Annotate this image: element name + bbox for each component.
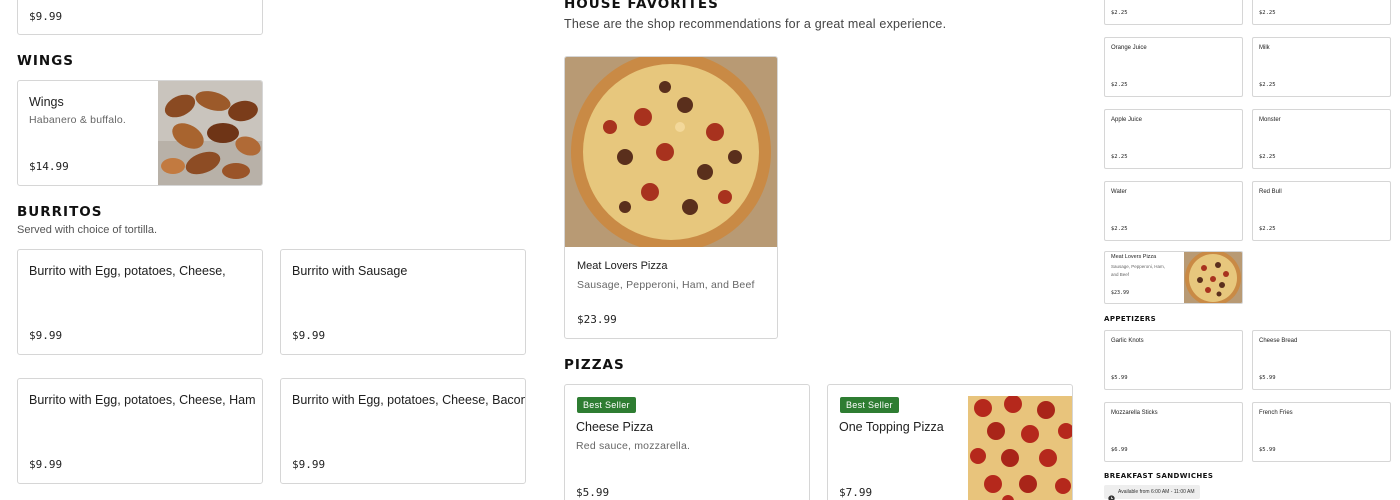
- clock-icon: [1108, 489, 1115, 500]
- menu-item-card[interactable]: $9.99: [17, 0, 263, 35]
- item-price: $23.99: [1111, 290, 1130, 296]
- drink-card[interactable]: Water $2.25: [1104, 181, 1243, 241]
- best-seller-badge: Best Seller: [577, 397, 636, 413]
- drink-card[interactable]: $2.25: [1104, 0, 1243, 25]
- item-price: $9.99: [29, 10, 63, 23]
- meat-lovers-pizza-photo: [565, 57, 777, 247]
- item-title: Garlic Knots: [1111, 338, 1144, 344]
- item-price: $2.25: [1111, 82, 1128, 88]
- section-heading-appetizers: APPETIZERS: [1104, 315, 1157, 323]
- drink-card[interactable]: Milk $2.25: [1252, 37, 1391, 97]
- drink-card[interactable]: Apple Juice $2.25: [1104, 109, 1243, 169]
- item-description: Sausage, Pepperoni, Ham, and Beef: [577, 279, 755, 291]
- item-price: $5.99: [1259, 447, 1276, 453]
- item-price: $2.25: [1259, 82, 1276, 88]
- item-title: Burrito with Egg, potatoes, Cheese, Ham: [29, 393, 256, 407]
- featured-item-card[interactable]: Meat Lovers Pizza Sausage, Pepperoni, Ha…: [564, 56, 778, 339]
- item-title: Meat Lovers Pizza: [577, 260, 668, 272]
- section-heading-pizzas: PIZZAS: [564, 357, 625, 373]
- menu-item-card[interactable]: Burrito with Egg, potatoes, Cheese, Baco…: [280, 378, 526, 484]
- item-title: One Topping Pizza: [839, 420, 944, 434]
- item-title: Orange Juice: [1111, 45, 1147, 51]
- item-title: Cheese Bread: [1259, 338, 1298, 344]
- menu-item-card[interactable]: Burrito with Sausage $9.99: [280, 249, 526, 355]
- item-price: $5.99: [576, 486, 610, 499]
- item-title: Apple Juice: [1111, 117, 1143, 123]
- drink-card[interactable]: Monster $2.25: [1252, 109, 1391, 169]
- item-title: Water: [1111, 189, 1127, 195]
- section-heading-wings: WINGS: [17, 53, 75, 69]
- item-title: Meat Lovers Pizza: [1111, 254, 1157, 260]
- wings-photo: [158, 81, 262, 185]
- item-title: Burrito with Sausage: [292, 264, 408, 278]
- appetizer-card[interactable]: Cheese Bread $5.99: [1252, 330, 1391, 390]
- item-title: Monster: [1259, 117, 1281, 123]
- meat-lovers-pizza-thumbnail: [1184, 252, 1242, 303]
- item-description: Habanero & buffalo.: [29, 114, 127, 126]
- item-title: Burrito with Egg, potatoes, Cheese,: [29, 264, 226, 278]
- appetizer-card[interactable]: Garlic Knots $5.99: [1104, 330, 1243, 390]
- item-price: $2.25: [1111, 226, 1128, 232]
- menu-item-card-one-topping-pizza[interactable]: Best Seller One Topping Pizza $7.99: [827, 384, 1073, 500]
- item-price: $2.25: [1259, 226, 1276, 232]
- drink-card[interactable]: $2.25: [1252, 0, 1391, 25]
- item-title: Milk: [1259, 45, 1270, 51]
- item-title: Burrito with Egg, potatoes, Cheese, Baco…: [292, 393, 526, 407]
- item-description: Sausage, Pepperoni, Ham, and Beef: [1111, 264, 1166, 277]
- item-title: Mozzarella Sticks: [1111, 410, 1158, 416]
- item-price: $9.99: [29, 458, 63, 471]
- item-price: $2.25: [1259, 10, 1276, 16]
- section-heading-breakfast-sandwiches: BREAKFAST SANDWICHES: [1104, 472, 1214, 480]
- item-price: $5.99: [1111, 375, 1128, 381]
- item-title: Cheese Pizza: [576, 420, 654, 434]
- item-price: $2.25: [1111, 154, 1128, 160]
- section-subheading-house-favorites: These are the shop recommendations for a…: [564, 17, 947, 31]
- item-price: $14.99: [29, 160, 69, 173]
- item-title: Wings: [29, 95, 64, 109]
- pepperoni-pizza-photo: [968, 396, 1072, 500]
- featured-mini-card[interactable]: Meat Lovers Pizza Sausage, Pepperoni, Ha…: [1104, 251, 1243, 304]
- item-price: $2.25: [1111, 10, 1128, 16]
- best-seller-badge: Best Seller: [840, 397, 899, 413]
- section-heading-house-favorites: HOUSE FAVORITES: [564, 0, 719, 12]
- item-price: $7.99: [839, 486, 873, 499]
- menu-item-card-wings[interactable]: Wings Habanero & buffalo. $14.99: [17, 80, 263, 186]
- appetizer-card[interactable]: French Fries $5.99: [1252, 402, 1391, 462]
- menu-item-card[interactable]: Burrito with Egg, potatoes, Cheese, $9.9…: [17, 249, 263, 355]
- item-price: $23.99: [577, 313, 617, 326]
- menu-item-card-cheese-pizza[interactable]: Best Seller Cheese Pizza Red sauce, mozz…: [564, 384, 810, 500]
- item-title: Red Bull: [1259, 189, 1282, 195]
- item-price: $6.99: [1111, 447, 1128, 453]
- item-price: $9.99: [292, 458, 326, 471]
- item-description: Red sauce, mozzarella.: [576, 440, 691, 452]
- item-title: French Fries: [1259, 410, 1293, 416]
- section-subheading-burritos: Served with choice of tortilla.: [17, 224, 158, 236]
- item-price: $9.99: [29, 329, 63, 342]
- item-price: $5.99: [1259, 375, 1276, 381]
- appetizer-card[interactable]: Mozzarella Sticks $6.99: [1104, 402, 1243, 462]
- menu-item-card[interactable]: Burrito with Egg, potatoes, Cheese, Ham …: [17, 378, 263, 484]
- item-price: $9.99: [292, 329, 326, 342]
- item-price: $2.25: [1259, 154, 1276, 160]
- availability-pill: Available from 6:00 AM - 11:00 AM: [1104, 485, 1200, 500]
- availability-text: Available from 6:00 AM - 11:00 AM: [1118, 489, 1195, 495]
- section-heading-burritos: BURRITOS: [17, 204, 103, 220]
- drink-card[interactable]: Orange Juice $2.25: [1104, 37, 1243, 97]
- drink-card[interactable]: Red Bull $2.25: [1252, 181, 1391, 241]
